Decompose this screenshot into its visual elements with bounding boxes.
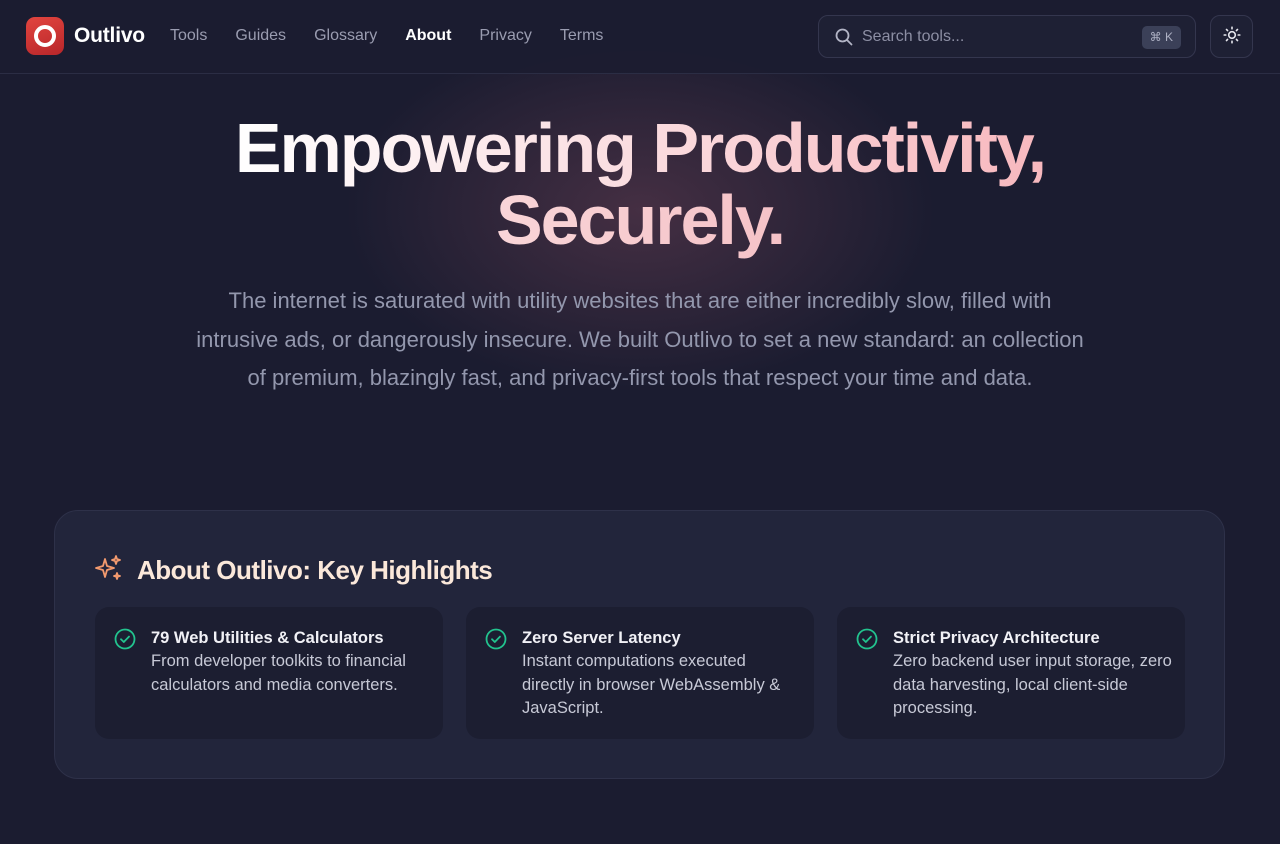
top-header: Outlivo Tools Guides Glossary About Priv… — [0, 0, 1280, 74]
check-circle-icon — [114, 628, 136, 655]
highlight-title: Strict Privacy Architecture — [893, 629, 1100, 647]
about-page: Outlivo Tools Guides Glossary About Priv… — [0, 0, 1280, 844]
highlight-description: Instant computations executed directly i… — [522, 652, 781, 717]
hero-title-line2: Securely. — [495, 181, 786, 259]
highlights-title: About Outlivo: Key Highlights — [137, 555, 493, 585]
check-circle-icon — [856, 628, 878, 655]
sun-icon — [1222, 26, 1241, 47]
highlight-description: From developer toolkits to financial cal… — [151, 652, 406, 694]
hero-title-line1: Empowering Productivity, — [234, 109, 1047, 187]
highlight-title: 79 Web Utilities & Calculators — [151, 629, 384, 647]
highlight-item: 79 Web Utilities & Calculators From deve… — [95, 607, 443, 739]
highlight-item: Strict Privacy Architecture Zero backend… — [837, 607, 1185, 739]
nav-item-about[interactable]: About — [405, 25, 451, 47]
highlights-header: About Outlivo: Key Highlights — [93, 553, 493, 588]
highlight-item: Zero Server Latency Instant computations… — [466, 607, 814, 739]
logo-icon — [26, 17, 64, 55]
highlights-card: About Outlivo: Key Highlights 79 Web Uti… — [54, 510, 1225, 779]
search-input[interactable] — [862, 26, 1122, 48]
hero-description: The internet is saturated with utility w… — [196, 288, 1084, 390]
nav-item-guides[interactable]: Guides — [235, 25, 286, 47]
nav-item-terms[interactable]: Terms — [560, 25, 604, 47]
highlight-description: Zero backend user input storage, zero da… — [893, 652, 1172, 717]
nav-item-glossary[interactable]: Glossary — [314, 25, 377, 47]
highlights-list: 79 Web Utilities & Calculators From deve… — [95, 607, 1185, 739]
hero-title: Empowering Productivity, Securely. — [0, 112, 1280, 256]
nav-item-tools[interactable]: Tools — [170, 25, 207, 47]
brand-logo-link[interactable]: Outlivo — [26, 17, 145, 55]
brand-name: Outlivo — [74, 24, 145, 47]
main-nav: Tools Guides Glossary About Privacy Term… — [170, 25, 631, 47]
check-circle-icon — [485, 628, 507, 655]
nav-item-privacy[interactable]: Privacy — [479, 25, 531, 47]
sparkles-icon — [93, 553, 123, 588]
search-shortcut-badge: ⌘ K — [1141, 26, 1181, 49]
search-box[interactable]: ⌘ K — [818, 15, 1196, 58]
highlight-title: Zero Server Latency — [522, 629, 681, 647]
theme-toggle-button[interactable] — [1210, 15, 1253, 58]
search-icon — [834, 27, 854, 52]
